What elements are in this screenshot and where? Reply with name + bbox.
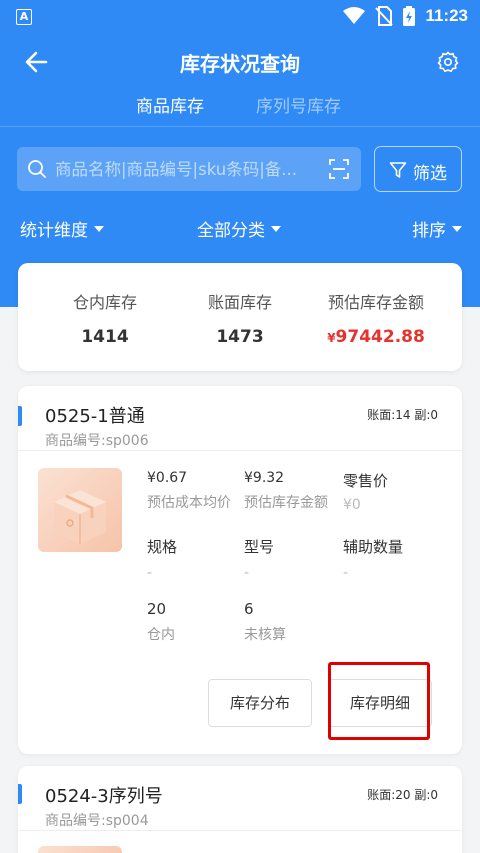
tab-bar: 商品库存 序列号库存 xyxy=(0,88,480,124)
summary-amount: 预估库存金额 ¥97442.88 xyxy=(298,289,454,347)
search-input[interactable] xyxy=(55,147,325,191)
item-stock-amount-value: ¥9.32 xyxy=(244,470,285,486)
stock-distribution-button[interactable]: 库存分布 xyxy=(208,679,312,727)
filter-button[interactable]: 筛选 xyxy=(374,146,462,192)
app-bar: 库存状况查询 xyxy=(0,38,480,86)
filter-label: 筛选 xyxy=(413,164,447,184)
card-divider xyxy=(18,450,462,451)
category-dropdown[interactable]: 全部分类 xyxy=(197,216,281,241)
product-code: 商品编号:sp006 xyxy=(45,430,149,450)
caret-down-icon xyxy=(452,225,462,232)
card-accent-bar xyxy=(18,406,22,426)
filter-icon xyxy=(389,162,407,178)
unchecked-value: 6 xyxy=(244,600,254,618)
stock-amount-cell: ¥9.32 预估库存金额 xyxy=(244,470,328,512)
product-name: 0524-3序列号 xyxy=(45,786,163,807)
retail-price-label: 零售价 xyxy=(343,472,389,490)
gear-icon[interactable] xyxy=(436,50,460,74)
unchecked-cell: 6 未核算 xyxy=(244,600,286,644)
stock-amount-number: 97442.88 xyxy=(335,327,425,347)
caret-down-icon xyxy=(94,225,104,232)
in-warehouse-value: 20 xyxy=(147,600,167,618)
spec-cell: 规格 - xyxy=(147,536,177,581)
dimension-dropdown[interactable]: 统计维度 xyxy=(20,216,104,241)
scan-icon[interactable] xyxy=(329,159,349,179)
box-placeholder-icon xyxy=(54,490,106,544)
aux-qty-label: 辅助数量 xyxy=(343,538,404,556)
aux-qty-value: - xyxy=(343,565,349,581)
stock-amount-value: ¥97442.88 xyxy=(298,327,454,347)
card-divider xyxy=(18,830,462,831)
summary-warehouse: 仓内库存 1414 xyxy=(30,289,180,347)
aux-qty-cell: 辅助数量 - xyxy=(343,536,403,581)
clock: 11:23 xyxy=(425,6,468,25)
spec-value: - xyxy=(147,565,153,581)
dimension-label: 统计维度 xyxy=(20,221,88,241)
avg-cost-value: ¥0.67 xyxy=(147,470,188,486)
product-name: 0525-1普通 xyxy=(45,406,145,427)
product-code-label: 商品编号: xyxy=(45,433,106,449)
stock-counts: 账面:14 副:0 xyxy=(367,408,438,422)
in-warehouse-label: 仓内 xyxy=(147,627,175,643)
model-label: 型号 xyxy=(244,538,275,556)
stock-amount-label: 预估库存金额 xyxy=(327,293,424,312)
product-code-value: sp004 xyxy=(105,813,149,829)
status-bar: A 11:23 xyxy=(0,0,480,34)
tab-divider xyxy=(0,126,480,127)
retail-price-value: ¥0 xyxy=(343,497,361,513)
model-value: - xyxy=(244,565,250,581)
highlight-box xyxy=(328,662,430,740)
model-cell: 型号 - xyxy=(244,536,274,581)
no-sim-icon xyxy=(375,6,394,26)
caret-down-icon xyxy=(271,225,281,232)
currency-symbol: ¥ xyxy=(327,331,336,345)
product-card[interactable]: 0525-1普通 商品编号:sp006 账面:14 副:0 ¥0.67 预估成本… xyxy=(18,386,462,754)
category-label: 全部分类 xyxy=(197,221,265,241)
warehouse-stock-value: 1414 xyxy=(81,327,129,347)
product-thumbnail xyxy=(38,846,122,853)
unchecked-label: 未核算 xyxy=(244,627,286,643)
summary-book: 账面库存 1473 xyxy=(165,289,315,347)
wifi-icon xyxy=(343,7,366,24)
tab-product-stock[interactable]: 商品库存 xyxy=(136,92,204,117)
product-code-label: 商品编号: xyxy=(45,813,106,829)
sort-dropdown[interactable]: 排序 xyxy=(412,216,462,241)
card-accent-bar xyxy=(18,784,22,804)
avg-cost-label: 预估成本均价 xyxy=(147,495,231,511)
summary-card: 仓内库存 1414 账面库存 1473 预估库存金额 ¥97442.88 xyxy=(18,263,462,371)
book-stock-label: 账面库存 xyxy=(207,293,272,312)
avg-cost-cell: ¥0.67 预估成本均价 xyxy=(147,470,231,512)
sort-label: 排序 xyxy=(412,221,446,241)
in-warehouse-cell: 20 仓内 xyxy=(147,600,175,644)
dropdown-row: 统计维度 全部分类 排序 xyxy=(0,214,480,244)
warehouse-stock-label: 仓内库存 xyxy=(72,293,137,312)
product-card[interactable]: 0524-3序列号 商品编号:sp004 账面:20 副:0 xyxy=(18,766,462,853)
book-stock-value: 1473 xyxy=(216,327,264,347)
tab-serial-stock[interactable]: 序列号库存 xyxy=(256,92,341,117)
product-thumbnail xyxy=(38,468,122,552)
retail-price-cell: 零售价 ¥0 xyxy=(343,470,388,513)
search-icon xyxy=(28,160,46,178)
product-code: 商品编号:sp004 xyxy=(45,810,149,830)
product-code-value: sp006 xyxy=(105,433,149,449)
search-box[interactable] xyxy=(17,147,361,191)
item-stock-amount-label: 预估库存金额 xyxy=(244,495,328,511)
page-title: 库存状况查询 xyxy=(180,52,300,76)
app-badge-icon: A xyxy=(16,9,32,25)
spec-label: 规格 xyxy=(147,538,178,556)
battery-icon xyxy=(403,6,416,26)
stock-counts: 账面:20 副:0 xyxy=(367,788,438,802)
